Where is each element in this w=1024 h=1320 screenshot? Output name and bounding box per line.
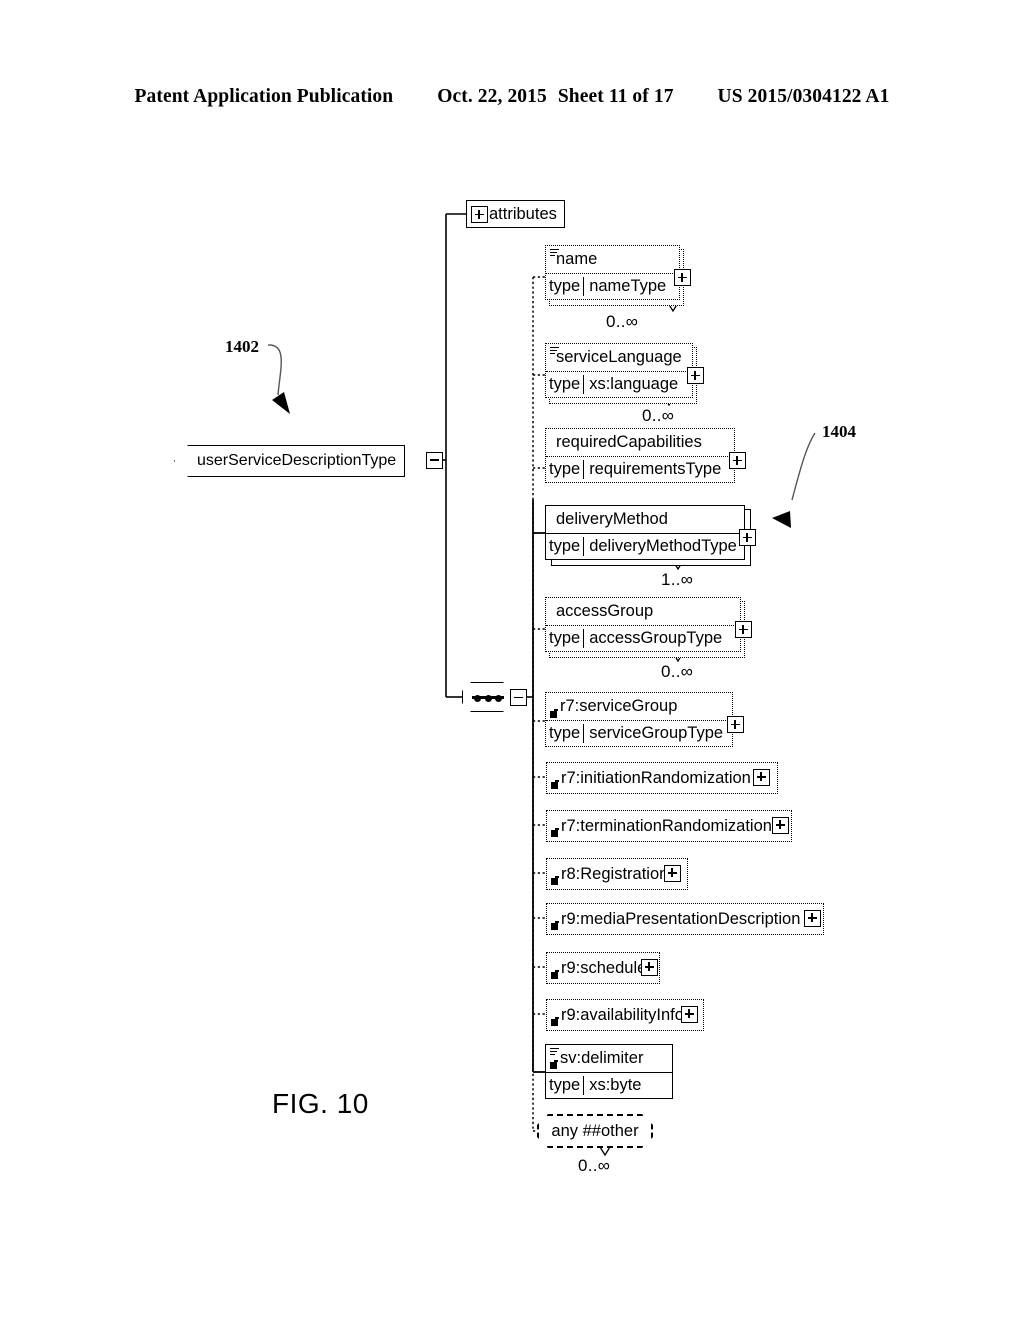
type-key-label: type [546,460,585,479]
annotation-icon [550,347,559,355]
reference-marker-icon [551,828,559,837]
reference-marker-icon [551,876,559,885]
element-name-label: accessGroup [556,602,654,620]
root-type-shape[interactable]: userServiceDescriptionType [174,445,406,477]
element-node-r8-registration[interactable]: r8:Registration [546,858,688,890]
element-name-label: name [556,250,598,268]
cardinality-label: 0..∞ [661,662,694,681]
reference-marker-icon [550,1060,558,1069]
leader-arrow-1402 [272,392,290,414]
wildcard-any-node[interactable]: any ##other [537,1114,653,1148]
sequence-dot [495,694,502,702]
element-type-label: xs:language [589,375,679,393]
type-key-label: type [546,629,585,648]
root-type-node[interactable]: userServiceDescriptionType [174,445,443,477]
element-node-r7-servicegroup[interactable]: r7:serviceGroup type serviceGroupType [545,692,744,747]
element-name-label: sv:delimiter [560,1049,644,1067]
element-name-label: r9:mediaPresentationDescription [561,909,801,928]
element-node-servicelanguage[interactable]: serviceLanguage type xs:language [545,343,704,398]
cardinality-label: 0..∞ [578,1156,611,1175]
element-expand-icon[interactable] [681,1005,698,1023]
element-node-requiredcapabilities[interactable]: requiredCapabilities type requirementsTy… [545,428,746,483]
reference-leaders [267,344,816,528]
element-name-label: r9:availabilityInfo [561,1005,684,1024]
reference-marker-icon [551,921,559,930]
figure-caption: FIG. 10 [272,1088,369,1119]
type-key-label: type [546,724,585,743]
element-name-label: r8:Registration [561,864,669,883]
type-key-label: type [546,537,585,556]
cardinality-label: 1..∞ [661,570,694,589]
element-node-accessgroup[interactable]: accessGroup type accessGroupType [545,597,752,652]
element-node-sv-delimiter[interactable]: sv:delimiter type xs:byte [545,1044,673,1099]
element-node-name[interactable]: name type nameType [545,245,691,300]
element-expand-icon[interactable] [753,768,770,786]
element-expand-icon[interactable] [674,269,691,286]
leader-line-1404 [791,432,816,501]
attributes-compartment[interactable]: attributes [466,200,565,228]
element-node-deliverymethod[interactable]: deliveryMethod type deliveryMethodType [545,505,756,560]
element-name-label: requiredCapabilities [556,433,702,451]
element-expand-icon[interactable] [687,367,704,384]
element-node-r7-terminationrandomization[interactable]: r7:terminationRandomization [546,810,792,842]
annotation-icon [550,249,559,257]
reference-marker-icon [550,709,558,718]
attributes-expand-icon[interactable] [471,206,488,223]
element-type-label: nameType [589,277,667,295]
type-key-label: type [546,1076,585,1095]
element-name-label: r7:initiationRandomization [561,768,751,787]
element-expand-icon[interactable] [664,864,681,882]
element-node-r7-initiationrandomization[interactable]: r7:initiationRandomization [546,762,778,794]
sequence-dot [474,694,481,702]
element-expand-icon[interactable] [772,816,789,834]
cardinality-label: 0..∞ [606,312,639,331]
reference-marker-icon [551,780,559,789]
reference-numeral-1402: 1402 [225,337,259,356]
element-name-label: serviceLanguage [556,348,682,366]
type-key-label: type [546,277,585,296]
reference-marker-icon [551,1017,559,1026]
element-type-label: xs:byte [589,1076,642,1094]
element-node-r9-mediapresentationdescription[interactable]: r9:mediaPresentationDescription [546,903,824,935]
element-expand-icon[interactable] [641,958,658,976]
element-name-label: r9:schedule [561,958,647,977]
element-type-label: accessGroupType [589,629,723,647]
attributes-label: attributes [489,204,557,223]
leader-arrow-1404 [772,511,791,528]
element-expand-icon[interactable] [727,716,744,733]
sequence-compositor-node[interactable] [462,682,512,712]
cardinality-label: 0..∞ [642,406,675,425]
reference-numeral-1404: 1404 [822,422,856,441]
element-expand-icon[interactable] [729,452,746,469]
element-type-label: deliveryMethodType [589,537,737,555]
element-node-r9-schedule[interactable]: r9:schedule [546,952,660,984]
element-name-label: r7:serviceGroup [560,697,678,715]
element-expand-icon[interactable] [804,909,821,927]
element-expand-icon[interactable] [735,621,752,638]
reference-marker-icon [551,970,559,979]
element-type-label: serviceGroupType [589,724,724,742]
leader-line-1402 [267,344,282,396]
type-key-label: type [546,375,585,394]
wildcard-label: any ##other [551,1121,639,1140]
annotation-icon [550,1048,559,1056]
element-name-label: deliveryMethod [556,510,668,528]
sequence-dot [484,694,492,702]
root-collapse-handle[interactable] [426,451,443,469]
element-type-label: requirementsType [589,460,722,478]
element-node-r9-availabilityinfo[interactable]: r9:availabilityInfo [546,999,704,1031]
sequence-collapse-handle[interactable] [510,689,527,706]
element-name-label: r7:terminationRandomization [561,816,772,835]
element-expand-icon[interactable] [739,529,756,546]
root-type-label: userServiceDescriptionType [197,452,397,469]
